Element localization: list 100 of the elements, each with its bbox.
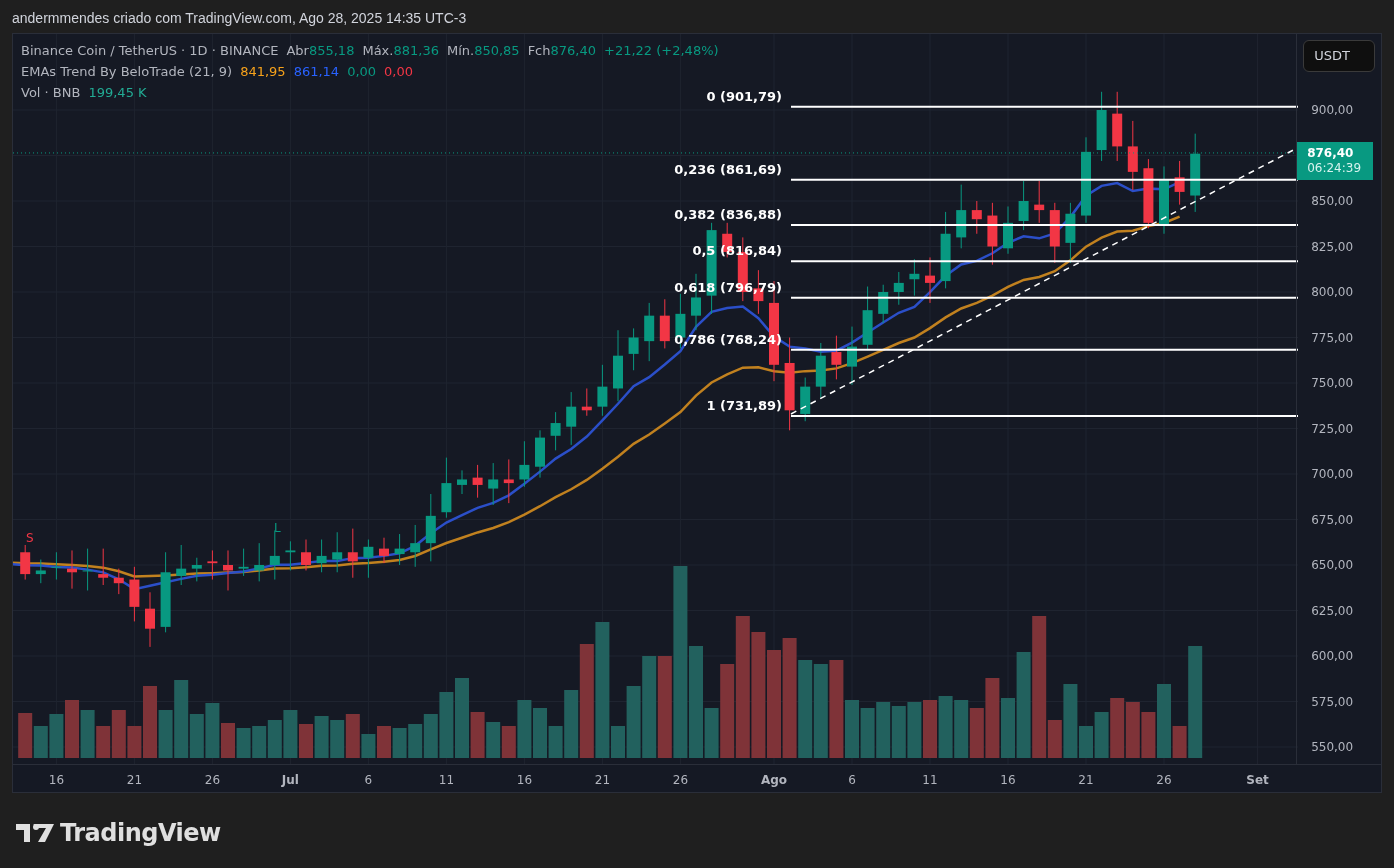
ohlc-label: Máx. — [362, 42, 394, 60]
indicator-value: 0,00 — [347, 63, 377, 81]
volume-bar — [267, 720, 282, 758]
indicator-value: 861,14 — [293, 63, 340, 81]
candlestick — [519, 440, 530, 488]
candlestick — [316, 539, 327, 573]
candlestick — [956, 184, 967, 249]
signal-marker: S — [26, 531, 34, 545]
candlestick — [878, 284, 889, 324]
candlestick — [20, 544, 31, 581]
candlestick — [1034, 180, 1045, 224]
volume-bar — [314, 716, 329, 758]
currency-button[interactable]: USDT — [1303, 40, 1376, 72]
candlestick — [35, 559, 46, 584]
candlestick — [1018, 180, 1029, 231]
candlestick — [347, 528, 358, 579]
fib-level-label: 1 (731,89) — [706, 397, 782, 413]
candlestick — [566, 391, 577, 446]
indicator-value: 841,95 — [240, 63, 286, 81]
candlestick — [238, 548, 249, 577]
time-axis-label: 21 — [594, 772, 611, 789]
candlestick — [488, 462, 499, 506]
candlestick — [363, 539, 374, 579]
volume-bar — [486, 722, 501, 758]
candlestick — [129, 566, 140, 622]
price-axis-label: 900,00 — [1311, 103, 1354, 117]
candlestick — [332, 531, 343, 573]
candlestick — [394, 533, 405, 566]
indicator-value: 0,00 — [384, 63, 414, 81]
volume-bar — [377, 726, 391, 758]
candlestick — [659, 298, 670, 349]
candlestick — [207, 549, 218, 581]
price-axis-label: 650,00 — [1311, 558, 1354, 572]
candlestick — [410, 524, 421, 568]
volume-bar — [1125, 702, 1140, 758]
candlestick — [1143, 158, 1154, 229]
candlestick — [223, 549, 233, 591]
price-axis-label: 800,00 — [1311, 285, 1354, 299]
price-axis-label: 700,00 — [1311, 467, 1354, 481]
volume-bar — [33, 726, 48, 758]
volume-bar — [923, 700, 937, 758]
price-axis-label: 675,00 — [1311, 512, 1354, 527]
time-axis-label: 26 — [672, 772, 689, 789]
price-axis-label: 750,00 — [1311, 376, 1354, 390]
fib-level-line[interactable] — [790, 348, 1298, 351]
volume-bar — [392, 728, 407, 758]
volume-bar — [860, 708, 875, 758]
candlestick — [1127, 120, 1138, 191]
fib-level-line[interactable] — [790, 223, 1298, 226]
logo-wordmark: TradingView — [60, 818, 221, 849]
candlestick — [1049, 202, 1060, 264]
volume-name: Vol · BNB — [21, 84, 81, 102]
time-axis-label: 26 — [204, 772, 221, 789]
indicator-name: EMAs Trend By BeloTrade (21, 9) — [21, 63, 233, 81]
candlestick — [1174, 160, 1185, 206]
candlestick — [644, 302, 655, 362]
time-axis-label: Ago — [760, 772, 788, 789]
time-axis-label: 6 — [364, 772, 373, 789]
candlestick — [441, 457, 452, 519]
candlestick — [1096, 91, 1107, 162]
fib-level-line[interactable] — [790, 296, 1298, 299]
time-axis-label: 11 — [922, 772, 938, 789]
time-axis-label: 16 — [48, 772, 65, 789]
fib-level-line[interactable] — [790, 178, 1298, 181]
volume-bar — [876, 702, 891, 758]
fib-level-line[interactable] — [790, 105, 1298, 108]
fib-level-label: 0,382 (836,88) — [674, 206, 782, 222]
ohlc-value: 855,18 — [308, 42, 355, 60]
ohlc-value: 876,40 — [550, 42, 596, 60]
price-axis-label: 850,00 — [1311, 194, 1354, 208]
time-axis-label: 21 — [126, 772, 143, 789]
candlestick — [379, 537, 389, 564]
candlestick — [1065, 202, 1076, 264]
candlestick — [472, 464, 483, 499]
price-axis-label: 825,00 — [1311, 239, 1354, 254]
candlestick — [254, 542, 265, 582]
ohlc-value: 881,36 — [393, 42, 439, 60]
time-axis-label: 11 — [438, 772, 455, 789]
fib-level-label: 0,236 (861,69) — [674, 161, 782, 177]
candlestick — [831, 335, 842, 380]
candlestick — [457, 469, 467, 495]
current-price: 876,40 — [1307, 145, 1355, 161]
candlestick — [597, 364, 608, 417]
volume-bar — [65, 700, 79, 758]
candlestick — [550, 411, 561, 451]
symbol-title: Binance Coin / TetherUS · 1D · BINANCE — [21, 42, 279, 60]
candlestick — [971, 200, 982, 235]
price-axis-label: 625,00 — [1311, 603, 1354, 618]
price-axis-label: 575,00 — [1311, 694, 1354, 709]
fib-level-line[interactable] — [790, 414, 1298, 417]
price-change: +21,22 (+2,48%) — [604, 42, 719, 60]
ohlc-label: Mín. — [446, 42, 475, 60]
candlestick — [535, 429, 545, 479]
volume-bar — [954, 700, 969, 758]
candlestick — [82, 548, 93, 591]
candlestick — [285, 540, 296, 571]
candlestick — [815, 342, 826, 399]
volume-bar — [252, 726, 267, 758]
fib-level-line[interactable] — [790, 260, 1298, 263]
volume-value: 199,45 K — [88, 84, 147, 102]
